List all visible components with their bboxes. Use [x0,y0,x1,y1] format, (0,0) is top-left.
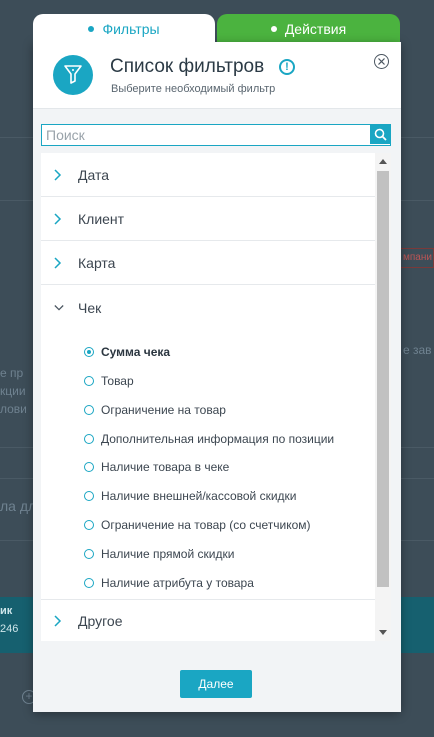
dialog-title: Список фильтров [110,56,265,77]
next-button[interactable]: Далее [180,670,252,698]
search-icon[interactable] [370,125,390,144]
option-label: Наличие внешней/кассовой скидки [101,489,297,503]
category-date[interactable]: Дата [41,153,375,197]
option-label: Ограничение на товар (со счетчиком) [101,518,311,532]
bg-text: е пр [0,366,24,380]
category-label: Другое [78,613,123,629]
category-label: Карта [78,254,116,271]
bg-badge: мпани [400,248,434,268]
radio-icon [84,434,94,444]
option-label: Дополнительная информация по позиции [101,432,335,446]
filter-option-position-info[interactable]: Дополнительная информация по позиции [84,428,334,450]
search-box [41,124,391,146]
filter-option-product-attribute[interactable]: Наличие атрибута у товара [84,572,254,594]
option-label: Наличие прямой скидки [101,547,235,561]
radio-icon [84,491,94,501]
chevron-right-icon [54,212,64,225]
category-receipt[interactable]: Чек [41,286,375,330]
chevron-right-icon [54,168,64,181]
tab-label: Фильтры [102,21,160,37]
tab-filters[interactable]: Фильтры [33,14,215,44]
option-label: Товар [101,374,134,388]
option-label: Наличие товара в чеке [101,460,230,474]
radio-icon [84,520,94,530]
funnel-icon [53,55,93,95]
filter-option-product[interactable]: Товар [84,370,134,392]
bg-text: 246 [0,623,19,635]
tab-dot-icon [270,26,277,32]
bg-text: лови [0,402,27,416]
radio-icon [84,578,94,588]
category-client[interactable]: Клиент [41,197,375,241]
radio-icon [84,347,94,357]
chevron-right-icon [54,615,64,627]
radio-icon [84,405,94,415]
info-icon[interactable]: ! [279,59,295,75]
radio-icon [84,549,94,559]
bg-text: е зав [403,343,432,357]
filter-option-product-limit-counter[interactable]: Ограничение на товар (со счетчиком) [84,514,311,536]
filter-option-product-limit[interactable]: Ограничение на товар [84,399,226,421]
bg-text: ла дл [0,498,37,514]
category-label: Клиент [78,210,125,227]
option-label: Наличие атрибута у товара [101,576,254,590]
close-icon[interactable] [374,54,389,69]
bg-text: ик [0,605,13,617]
search-input[interactable] [42,125,369,144]
tab-actions[interactable]: Действия [217,14,400,44]
radio-icon [84,462,94,472]
dialog-body: Дата Клиент Карта Чек [33,108,401,712]
category-label: Чек [78,300,102,316]
filter-list[interactable]: Дата Клиент Карта Чек Сумма чека Товар О… [41,153,391,641]
chevron-down-icon [54,303,64,313]
scroll-up-arrow-icon[interactable] [379,159,387,164]
filter-dialog: Список фильтров ! Выберите необходимый ф… [33,42,401,712]
category-card[interactable]: Карта [41,241,375,285]
filter-option-product-in-receipt[interactable]: Наличие товара в чеке [84,456,229,478]
filter-option-external-discount[interactable]: Наличие внешней/кассовой скидки [84,485,297,507]
option-label: Сумма чека [101,345,171,359]
filter-option-direct-discount[interactable]: Наличие прямой скидки [84,543,234,565]
filter-option-receipt-sum[interactable]: Сумма чека [84,341,170,363]
bg-text: кции [0,384,26,398]
category-other[interactable]: Другое [41,599,375,641]
radio-icon [84,376,94,386]
dialog-subtitle: Выберите необходимый фильтр [111,83,276,95]
option-label: Ограничение на товар [101,403,226,417]
scroll-down-arrow-icon[interactable] [379,630,387,635]
category-label: Дата [78,166,110,183]
tab-label: Действия [284,21,347,37]
scrollbar[interactable] [375,153,391,641]
tab-dot-icon [88,26,95,32]
chevron-right-icon [54,256,64,269]
scrollbar-thumb[interactable] [377,171,389,587]
dialog-header: Список фильтров ! Выберите необходимый ф… [33,42,401,108]
